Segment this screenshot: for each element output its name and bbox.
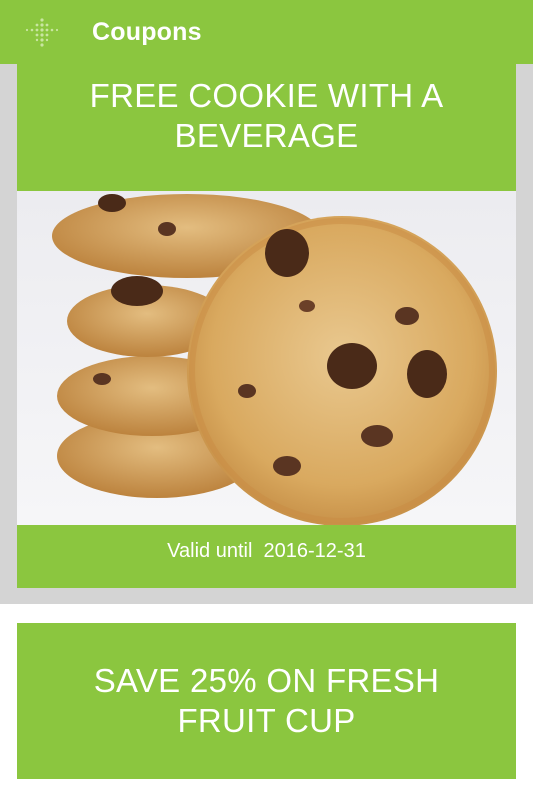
valid-until-date: 2016-12-31 <box>263 540 366 562</box>
coupon-title: SAVE 25% ON FRESH FRUIT CUP <box>93 662 440 739</box>
coupon-list[interactable]: FREE COOKIE WITH A BEVERAGE Valid until … <box>0 64 533 800</box>
dots-grid-icon[interactable] <box>22 12 62 52</box>
valid-until-label: Valid until <box>167 540 253 562</box>
app-bar: Coupons <box>0 0 533 64</box>
valid-until-row: Valid until 2016-12-31 <box>17 540 516 563</box>
coupon-image <box>17 191 516 525</box>
coupon-card[interactable]: SAVE 25% ON FRESH FRUIT CUP <box>17 623 516 779</box>
coupon-card[interactable]: FREE COOKIE WITH A BEVERAGE Valid until … <box>17 64 516 588</box>
coupon-title: FREE COOKIE WITH A BEVERAGE <box>89 77 444 154</box>
page-title: Coupons <box>92 17 202 46</box>
